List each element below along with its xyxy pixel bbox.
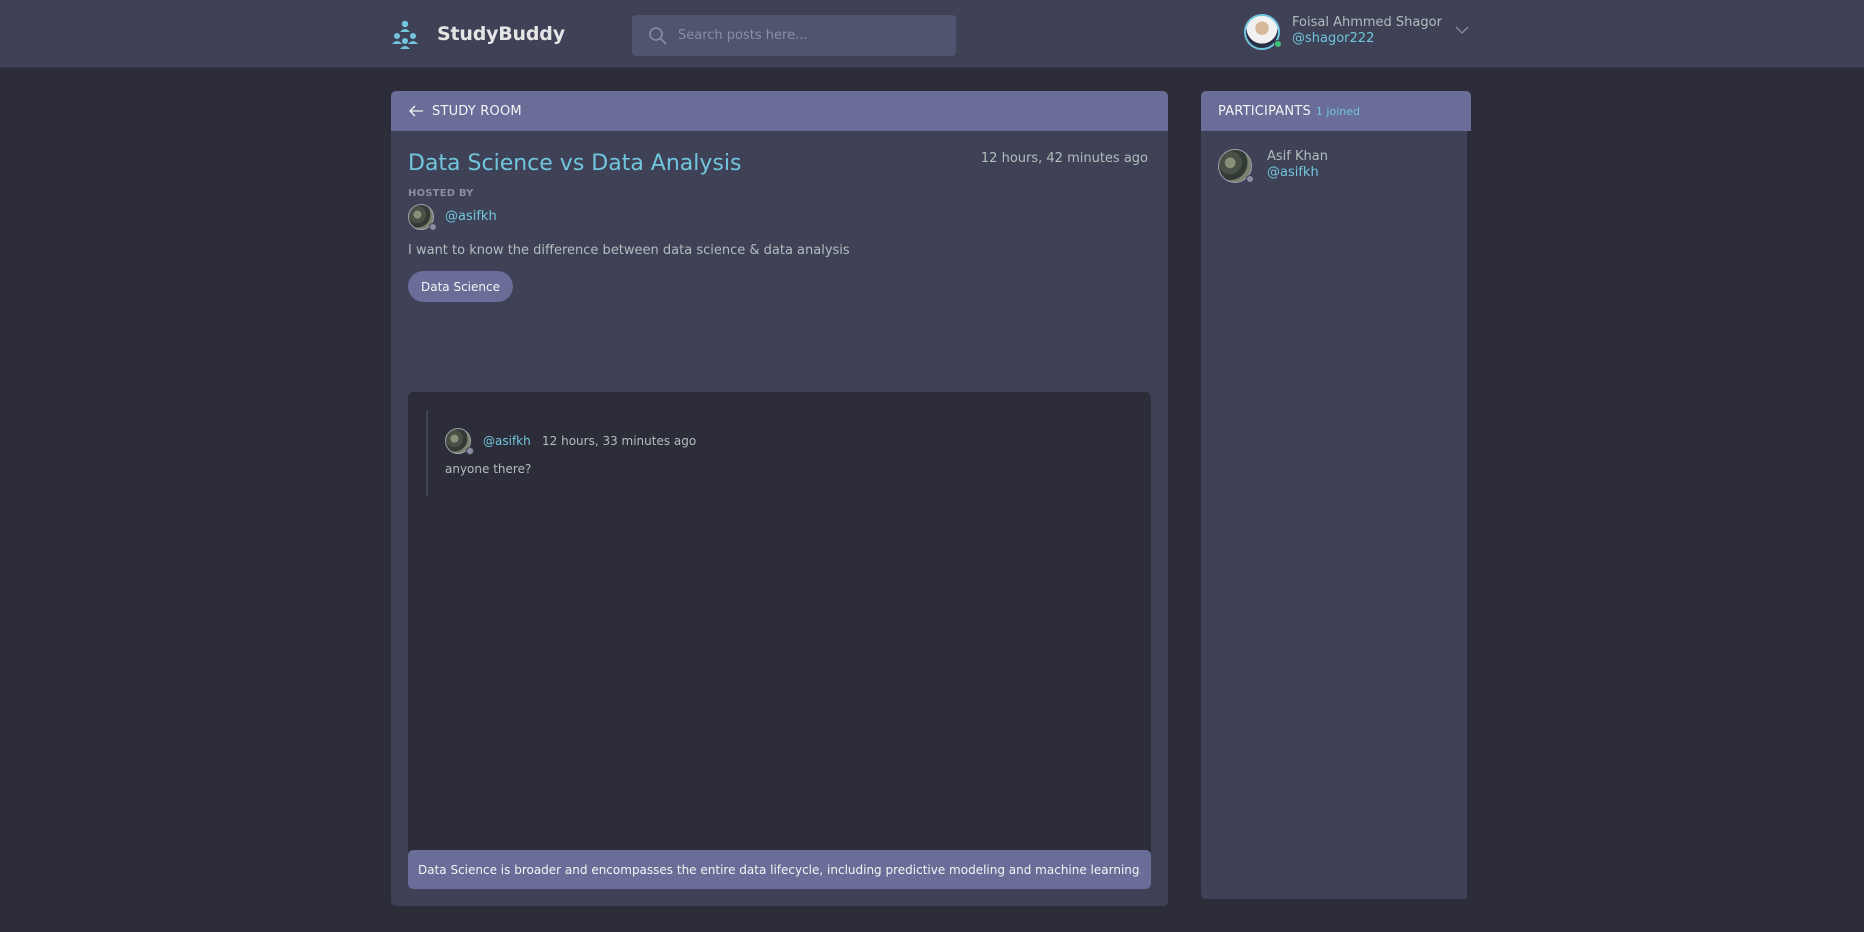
message-timestamp: 12 hours, 33 minutes ago (542, 434, 697, 448)
room-timestamp: 12 hours, 42 minutes ago (980, 151, 1148, 166)
scrollbar[interactable] (1467, 131, 1471, 899)
top-navbar: StudyBuddy Foisal Ahmmed Shagor @shagor2… (0, 0, 1864, 68)
room-header: STUDY ROOM (391, 91, 1168, 131)
message-input[interactable] (408, 850, 1151, 889)
message-author[interactable]: @asifkh (483, 434, 531, 448)
online-status-dot (1274, 40, 1282, 48)
room-header-label: STUDY ROOM (432, 103, 522, 119)
offline-status-dot (429, 223, 437, 231)
study-room-panel: STUDY ROOM Data Science vs Data Analysis… (391, 91, 1168, 906)
host-handle[interactable]: @asifkh (445, 209, 497, 224)
message-thread: @asifkh 12 hours, 33 minutes ago anyone … (426, 410, 1126, 496)
user-name: Foisal Ahmmed Shagor (1292, 15, 1442, 30)
chevron-down-icon[interactable] (1454, 22, 1470, 38)
participants-title: PARTICIPANTS (1218, 103, 1311, 119)
conversation-area[interactable]: @asifkh 12 hours, 33 minutes ago anyone … (408, 392, 1151, 889)
hosted-by-label: HOSTED BY (408, 188, 474, 199)
offline-status-dot (466, 447, 474, 455)
search-input[interactable] (678, 28, 938, 43)
arrow-left-icon[interactable] (408, 103, 424, 119)
topic-tag[interactable]: Data Science (408, 271, 513, 302)
app-logo[interactable]: StudyBuddy (389, 19, 565, 51)
study-group-icon (392, 20, 418, 49)
participant-name: Asif Khan (1267, 149, 1328, 164)
participants-count: 1 joined (1315, 104, 1360, 118)
message-body: anyone there? (445, 462, 532, 476)
participant-handle[interactable]: @asifkh (1267, 165, 1319, 180)
participants-header: PARTICIPANTS 1 joined (1201, 91, 1471, 131)
user-handle[interactable]: @shagor222 (1292, 31, 1374, 46)
page-title: Data Science vs Data Analysis (408, 151, 742, 176)
app-name[interactable]: StudyBuddy (437, 23, 565, 45)
participants-panel: PARTICIPANTS 1 joined Asif Khan @asifkh (1201, 91, 1471, 899)
offline-status-dot (1246, 175, 1254, 183)
search-icon (649, 26, 667, 45)
search-bar[interactable] (632, 15, 956, 56)
room-description: I want to know the difference between da… (408, 243, 850, 258)
